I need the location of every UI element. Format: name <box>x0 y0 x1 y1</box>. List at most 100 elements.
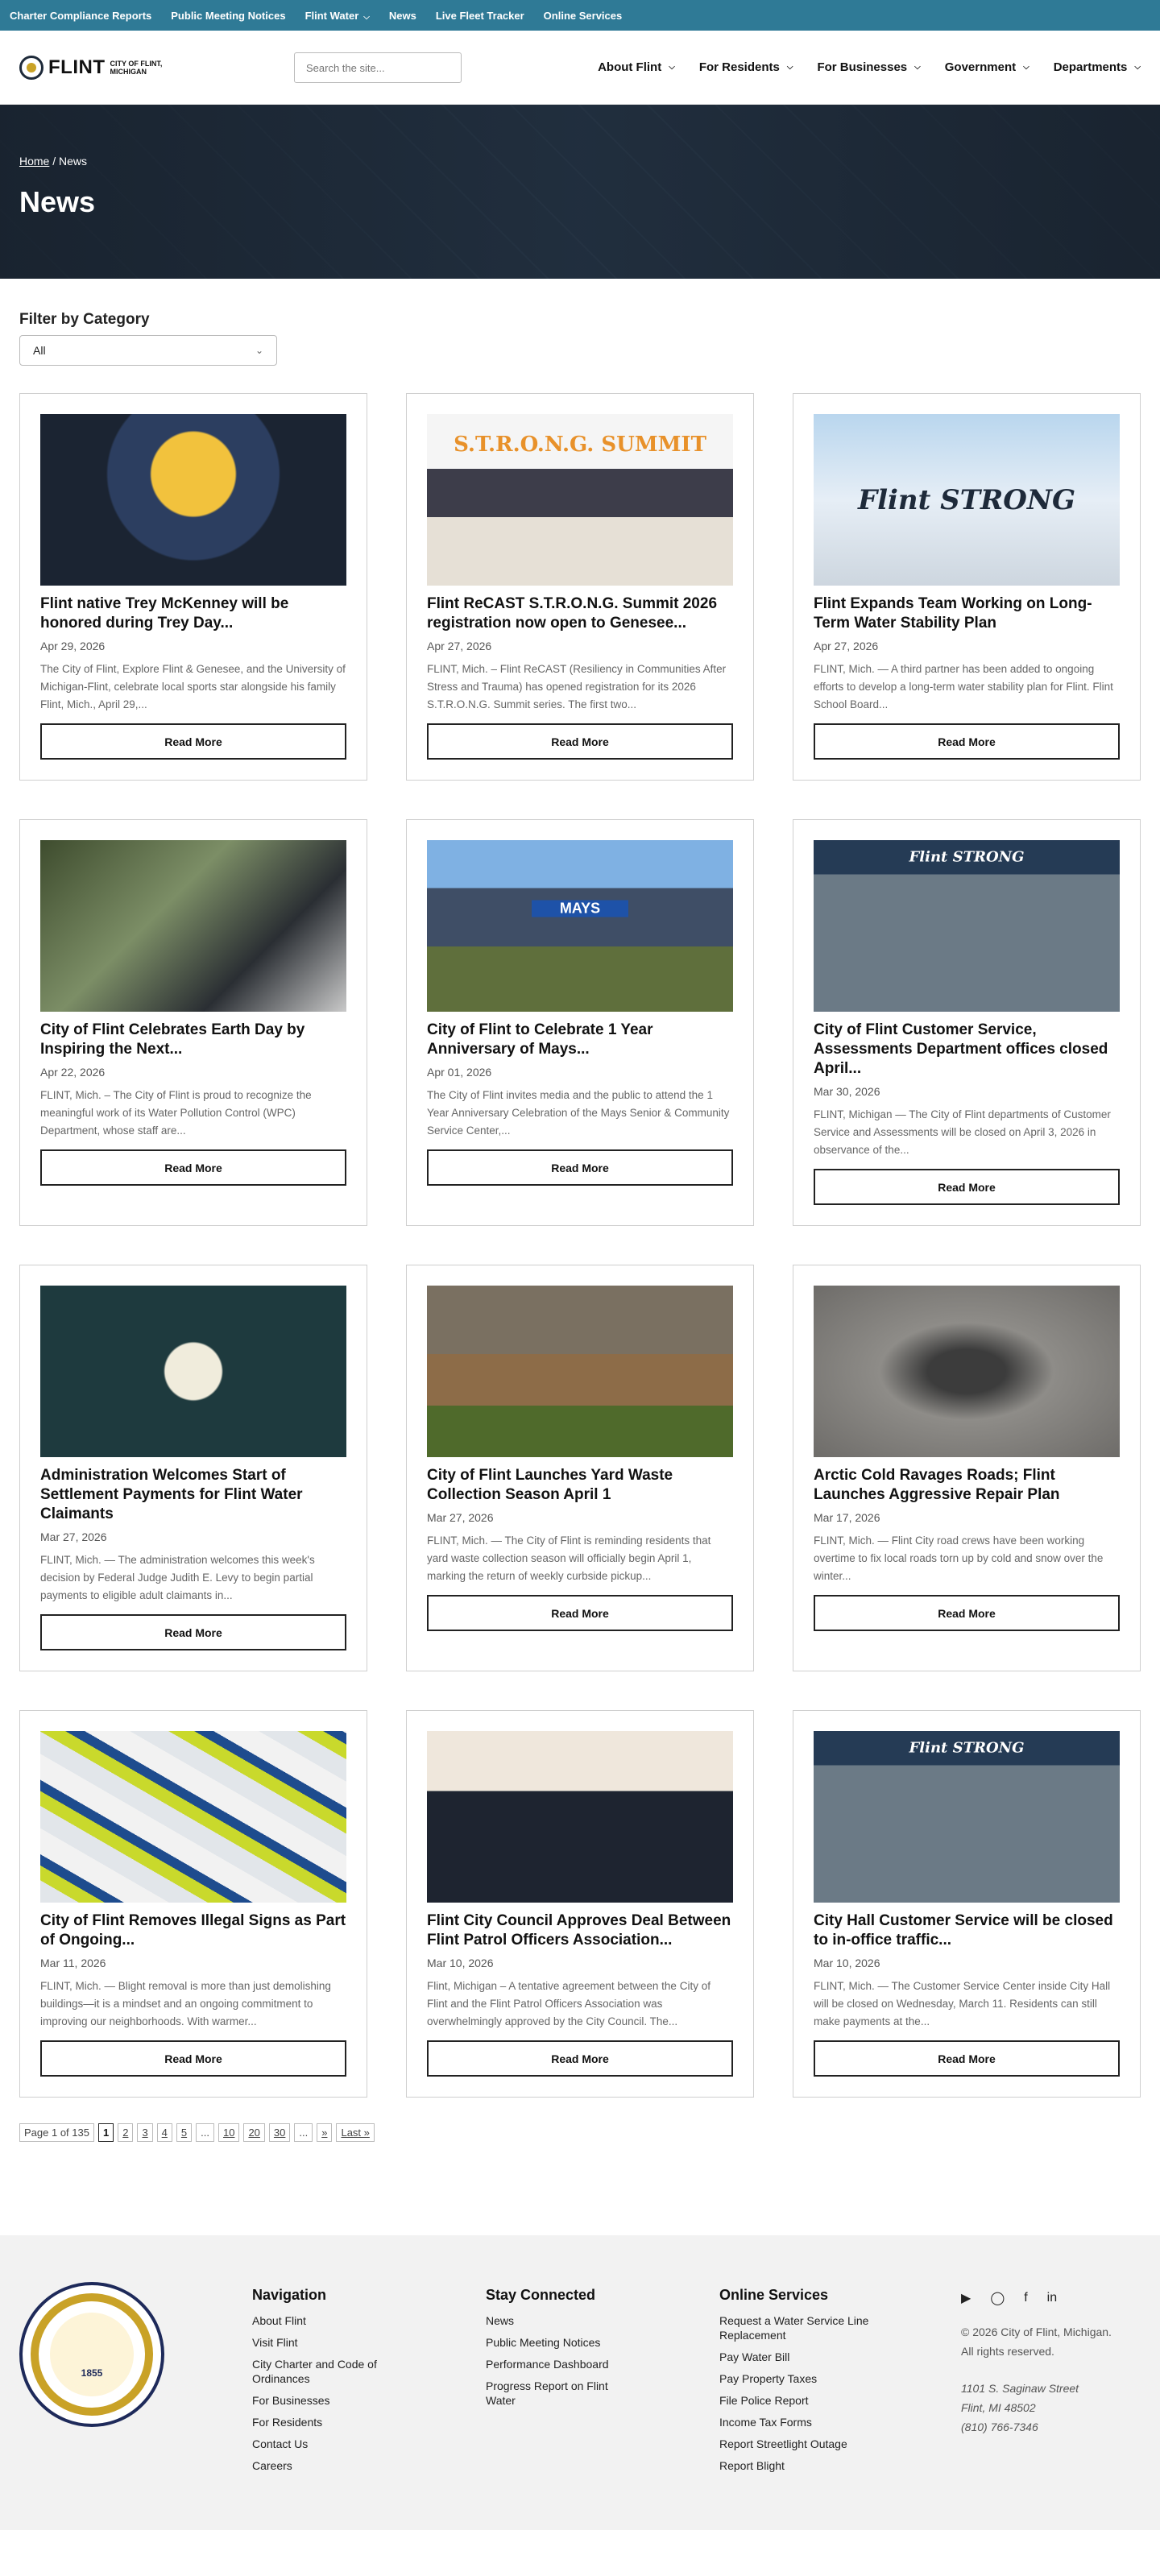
footer-link[interactable]: Visit Flint <box>252 2335 405 2350</box>
news-card: MAYS City of Flint to Celebrate 1 Year A… <box>406 819 754 1226</box>
footer-link[interactable]: Income Tax Forms <box>719 2415 889 2429</box>
read-more-button[interactable]: Read More <box>40 723 346 760</box>
news-date: Mar 27, 2026 <box>427 1511 494 1524</box>
utility-link-news[interactable]: News <box>389 10 416 22</box>
news-title[interactable]: Administration Welcomes Start of Settlem… <box>40 1466 346 1524</box>
news-image-text: S.T.R.O.N.G. SUMMIT <box>454 433 706 458</box>
news-excerpt: Flint, Michigan – A tentative agreement … <box>427 1980 710 2027</box>
footer-link[interactable]: City Charter and Code of Ordinances <box>252 2357 405 2386</box>
news-date: Mar 27, 2026 <box>40 1530 107 1543</box>
read-more-button[interactable]: Read More <box>814 723 1120 760</box>
pagination-page[interactable]: 30 <box>268 2123 291 2142</box>
site-footer: 1855 Navigation About Flint Visit Flint … <box>0 2235 1160 2530</box>
pagination-last[interactable]: Last » <box>336 2123 375 2142</box>
news-image[interactable] <box>40 840 346 1012</box>
news-image[interactable]: Flint STRONG <box>814 840 1120 1012</box>
news-image[interactable] <box>40 1731 346 1903</box>
news-title[interactable]: Flint Expands Team Working on Long-Term … <box>814 594 1120 633</box>
read-more-button[interactable]: Read More <box>427 723 733 760</box>
news-title[interactable]: City of Flint Celebrates Earth Day by In… <box>40 1021 346 1059</box>
facebook-icon[interactable]: f <box>1024 2291 1027 2305</box>
news-title[interactable]: City of Flint Customer Service, Assessme… <box>814 1021 1120 1079</box>
news-title[interactable]: City of Flint to Celebrate 1 Year Annive… <box>427 1021 733 1059</box>
footer-link[interactable]: About Flint <box>252 2313 405 2328</box>
footer-link[interactable]: News <box>486 2313 639 2328</box>
news-title[interactable]: City of Flint Launches Yard Waste Collec… <box>427 1466 733 1505</box>
utility-link-services[interactable]: Online Services <box>544 10 623 22</box>
footer-link[interactable]: Careers <box>252 2458 405 2473</box>
pagination: Page 1 of 135 1 2 3 4 5 ... 10 20 30 ...… <box>19 2123 1141 2142</box>
pagination-page[interactable]: 20 <box>243 2123 265 2142</box>
footer-link[interactable]: File Police Report <box>719 2393 889 2408</box>
linkedin-icon[interactable]: in <box>1047 2291 1057 2305</box>
utility-link-meetings[interactable]: Public Meeting Notices <box>171 10 285 22</box>
footer-link[interactable]: Public Meeting Notices <box>486 2335 639 2350</box>
news-image[interactable] <box>40 414 346 586</box>
footer-link[interactable]: For Residents <box>252 2415 405 2429</box>
utility-link-charter[interactable]: Charter Compliance Reports <box>10 10 151 22</box>
news-image[interactable] <box>40 1286 346 1457</box>
news-title[interactable]: City Hall Customer Service will be close… <box>814 1911 1120 1950</box>
news-image[interactable] <box>427 1731 733 1903</box>
read-more-button[interactable]: Read More <box>814 1169 1120 1205</box>
nav-for-residents[interactable]: For Residents ⌵ <box>699 60 793 74</box>
chevron-down-icon: ⌵ <box>786 63 793 72</box>
pagination-next[interactable]: » <box>317 2123 333 2142</box>
footer-link[interactable]: Pay Water Bill <box>719 2350 889 2364</box>
youtube-icon[interactable]: ▶ <box>961 2290 971 2306</box>
footer-link[interactable]: Pay Property Taxes <box>719 2371 889 2386</box>
news-image[interactable]: MAYS <box>427 840 733 1012</box>
footer-link[interactable]: Progress Report on Flint Water <box>486 2379 639 2408</box>
read-more-button[interactable]: Read More <box>814 1595 1120 1631</box>
nav-about-flint[interactable]: About Flint ⌵ <box>598 60 675 74</box>
footer-link[interactable]: Request a Water Service Line Replacement <box>719 2313 889 2342</box>
nav-for-businesses[interactable]: For Businesses ⌵ <box>817 60 920 74</box>
search-input[interactable] <box>294 52 462 83</box>
site-logo[interactable]: FLINT CITY OF FLINT, MICHIGAN <box>19 55 162 80</box>
footer-link[interactable]: For Businesses <box>252 2393 405 2408</box>
news-title[interactable]: Flint native Trey McKenney will be honor… <box>40 594 346 633</box>
footer-link[interactable]: Contact Us <box>252 2437 405 2451</box>
news-title[interactable]: City of Flint Removes Illegal Signs as P… <box>40 1911 346 1950</box>
copyright-line1: © 2026 City of Flint, Michigan. <box>961 2325 1112 2338</box>
read-more-button[interactable]: Read More <box>427 1149 733 1186</box>
footer-link[interactable]: Report Blight <box>719 2458 889 2473</box>
utility-link-flint-water[interactable]: Flint Water ⌵ <box>305 10 370 22</box>
nav-departments[interactable]: Departments ⌵ <box>1054 60 1141 74</box>
nav-government[interactable]: Government ⌵ <box>945 60 1030 74</box>
phone-number[interactable]: (810) 766-7346 <box>961 2421 1038 2433</box>
pagination-page[interactable]: 3 <box>137 2123 153 2142</box>
news-excerpt: FLINT, Michigan — The City of Flint depa… <box>814 1108 1111 1156</box>
news-image[interactable] <box>427 1286 733 1457</box>
news-card: S.T.R.O.N.G. SUMMIT Flint ReCAST S.T.R.O… <box>406 393 754 781</box>
news-image-text: Flint STRONG <box>909 848 1025 866</box>
footer-link[interactable]: Performance Dashboard <box>486 2357 639 2371</box>
read-more-button[interactable]: Read More <box>814 2040 1120 2077</box>
utility-link-fleet[interactable]: Live Fleet Tracker <box>436 10 524 22</box>
news-excerpt: FLINT, Mich. — Blight removal is more th… <box>40 1980 331 2027</box>
footer-link[interactable]: Report Streetlight Outage <box>719 2437 889 2451</box>
pagination-page[interactable]: 2 <box>118 2123 134 2142</box>
pagination-page[interactable]: 10 <box>218 2123 240 2142</box>
news-excerpt: FLINT, Mich. — A third partner has been … <box>814 663 1113 710</box>
news-card: Flint STRONG Flint Expands Team Working … <box>793 393 1141 781</box>
category-select[interactable]: All ⌄ <box>19 335 277 366</box>
read-more-button[interactable]: Read More <box>427 1595 733 1631</box>
instagram-icon[interactable]: ◯ <box>990 2290 1005 2306</box>
footer-navigation: Navigation About Flint Visit Flint City … <box>252 2287 405 2530</box>
read-more-button[interactable]: Read More <box>427 2040 733 2077</box>
pagination-page[interactable]: 4 <box>156 2123 172 2142</box>
read-more-button[interactable]: Read More <box>40 1614 346 1650</box>
news-image[interactable]: Flint STRONG <box>814 1731 1120 1903</box>
news-title[interactable]: Flint ReCAST S.T.R.O.N.G. Summit 2026 re… <box>427 594 733 633</box>
news-title[interactable]: Arctic Cold Ravages Roads; Flint Launche… <box>814 1466 1120 1505</box>
news-title[interactable]: Flint City Council Approves Deal Between… <box>427 1911 733 1950</box>
filter-heading: Filter by Category <box>19 311 150 328</box>
news-image[interactable] <box>814 1286 1120 1457</box>
news-image[interactable]: S.T.R.O.N.G. SUMMIT <box>427 414 733 586</box>
pagination-page[interactable]: 5 <box>176 2123 193 2142</box>
read-more-button[interactable]: Read More <box>40 1149 346 1186</box>
news-image[interactable]: Flint STRONG <box>814 414 1120 586</box>
read-more-button[interactable]: Read More <box>40 2040 346 2077</box>
breadcrumb-home[interactable]: Home <box>19 155 49 168</box>
